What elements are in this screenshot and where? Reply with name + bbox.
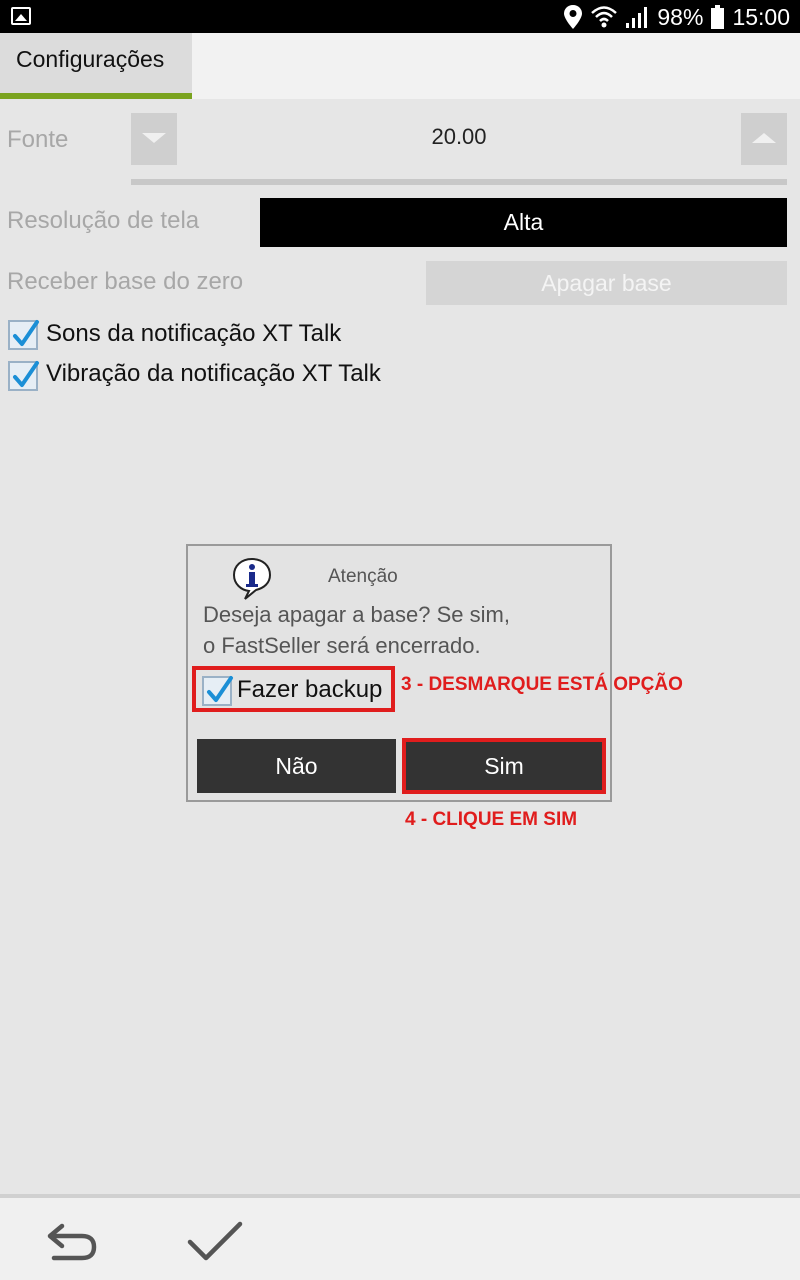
check-icon[interactable] xyxy=(186,1220,244,1264)
tab-configuracoes[interactable]: Configurações xyxy=(0,33,192,99)
battery-icon xyxy=(711,5,725,29)
undo-icon[interactable] xyxy=(44,1218,100,1264)
backup-highlight-box: Fazer backup xyxy=(192,666,395,712)
confirm-dialog: Atenção Deseja apagar a base? Se sim, o … xyxy=(186,544,612,802)
battery-percent: 98% xyxy=(657,3,704,30)
dialog-message-line2: o FastSeller será encerrado. xyxy=(203,633,481,658)
info-icon xyxy=(232,557,272,600)
wifi-icon xyxy=(591,6,618,28)
clock: 15:00 xyxy=(732,3,790,30)
dialog-message: Deseja apagar a base? Se sim, o FastSell… xyxy=(203,599,510,661)
resolution-button[interactable]: Alta xyxy=(260,198,787,247)
signal-icon xyxy=(626,7,648,28)
resolution-label: Resolução de tela xyxy=(7,207,200,234)
status-bar: 98% 15:00 xyxy=(0,0,800,33)
font-value: 20.00 xyxy=(431,124,487,149)
delete-base-button[interactable]: Apagar base xyxy=(426,261,787,305)
dialog-title: Atenção xyxy=(328,566,398,587)
notification-sound-checkbox[interactable] xyxy=(8,320,39,350)
tab-label: Configurações xyxy=(16,46,165,72)
step3-annotation: 3 - DESMARQUE ESTÁ OPÇÃO xyxy=(401,674,683,695)
notification-sound-label: Sons da notificação XT Talk xyxy=(46,320,342,347)
yes-button[interactable]: Sim xyxy=(402,738,606,794)
dialog-message-line1: Deseja apagar a base? Se sim, xyxy=(203,602,510,627)
location-icon xyxy=(564,5,583,29)
checkmark-icon xyxy=(13,361,39,387)
font-label: Fonte xyxy=(7,126,69,153)
font-decrease-button[interactable] xyxy=(131,113,177,165)
backup-checkbox[interactable] xyxy=(202,676,233,706)
backup-label: Fazer backup xyxy=(237,676,383,703)
status-icons: 98% 15:00 xyxy=(563,3,790,31)
base-label: Receber base do zero xyxy=(7,268,244,295)
bottom-action-bar xyxy=(0,1194,800,1280)
notification-vibration-label: Vibração da notificação XT Talk xyxy=(46,360,381,387)
step4-annotation: 4 - CLIQUE EM SIM xyxy=(405,809,578,830)
checkmark-icon xyxy=(13,320,39,346)
no-button[interactable]: Não xyxy=(197,739,396,793)
font-increase-button[interactable] xyxy=(741,113,787,165)
gallery-notification-icon xyxy=(11,7,31,25)
tab-bar: Configurações xyxy=(0,33,800,99)
checkmark-icon xyxy=(207,676,233,702)
font-slider-track[interactable] xyxy=(131,179,787,185)
notification-vibration-checkbox[interactable] xyxy=(8,361,39,391)
